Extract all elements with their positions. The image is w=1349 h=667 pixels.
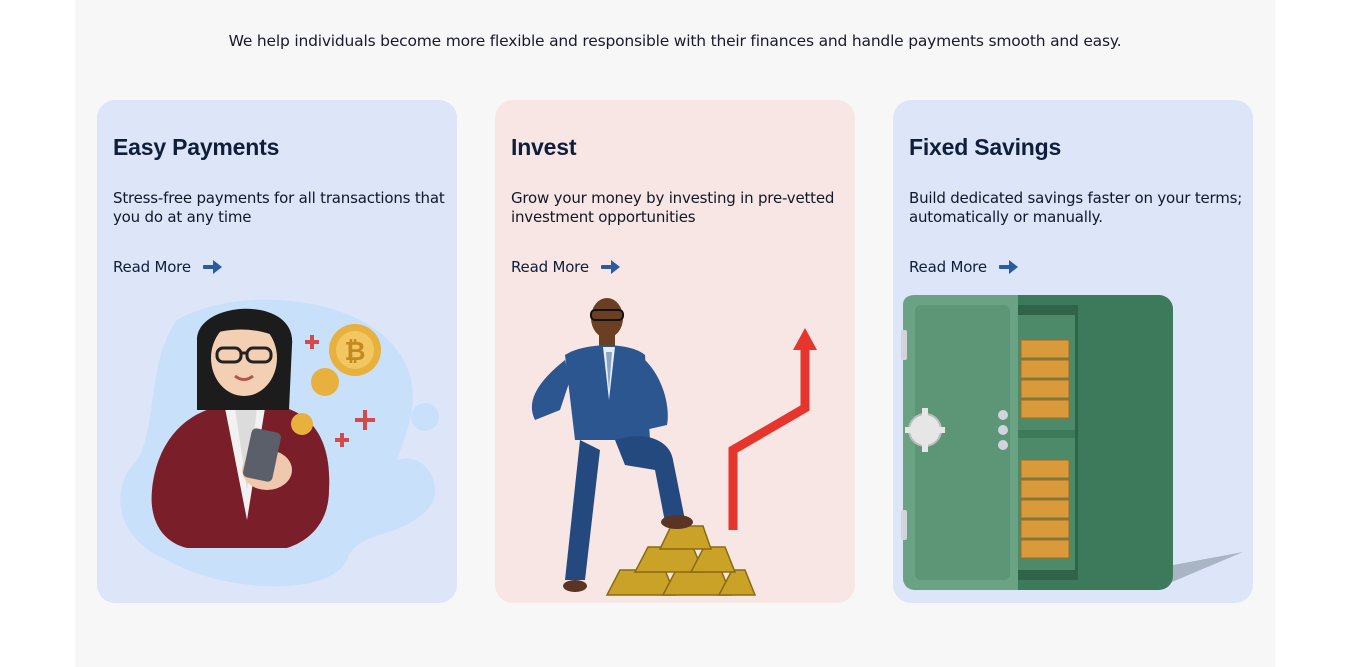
card-description: Stress-free payments for all transaction… — [113, 189, 445, 226]
read-more-label: Read More — [511, 258, 589, 276]
intro-text: We help individuals become more flexible… — [228, 32, 1122, 50]
card-title: Invest — [511, 134, 577, 160]
woman-phone-illustration: ₿ — [120, 299, 439, 587]
arrow-right-icon — [202, 260, 222, 274]
card-title: Easy Payments — [113, 134, 280, 160]
features-section: We help individuals become more flexible… — [75, 0, 1275, 667]
card-easy-payments: Easy Payments Stress-free payments for a… — [97, 100, 457, 603]
read-more-link[interactable]: Read More — [909, 258, 1018, 276]
arrow-right-icon — [600, 260, 620, 274]
safe-illustration — [901, 295, 1243, 590]
read-more-link[interactable]: Read More — [511, 258, 620, 276]
investor-illustration — [531, 298, 817, 596]
read-more-label: Read More — [909, 258, 987, 276]
read-more-link[interactable]: Read More — [113, 258, 222, 276]
card-fixed-savings: Fixed Savings Build dedicated savings fa… — [893, 100, 1253, 603]
svg-text:₿: ₿ — [344, 337, 365, 367]
card-title: Fixed Savings — [909, 134, 1062, 160]
card-description: Grow your money by investing in pre-vett… — [511, 189, 835, 226]
read-more-label: Read More — [113, 258, 191, 276]
arrow-right-icon — [998, 260, 1018, 274]
card-invest: Invest Grow your money by investing in p… — [495, 100, 855, 603]
card-description: Build dedicated savings faster on your t… — [909, 189, 1243, 226]
